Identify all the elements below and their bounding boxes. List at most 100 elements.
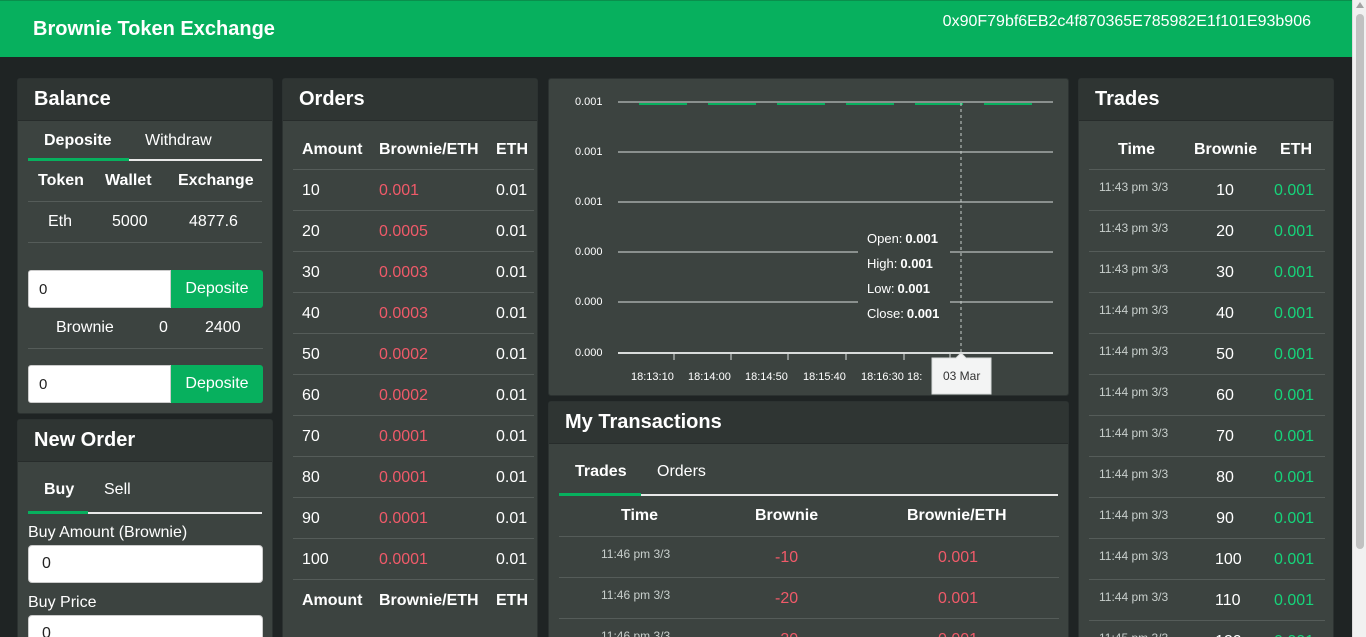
order-row[interactable]: 80 0.0001 0.01	[293, 457, 534, 498]
trade-time: 11:44 pm 3/3	[1099, 467, 1169, 481]
order-eth: 0.01	[496, 551, 528, 568]
order-price: 0.0003	[379, 264, 428, 281]
trade-time: 11:44 pm 3/3	[1099, 549, 1169, 563]
trade-row: 11:44 pm 3/3 60 0.001	[1089, 375, 1325, 416]
tab-orders[interactable]: Orders	[657, 463, 706, 481]
column-token: Token	[38, 172, 84, 189]
my-trade-time: 11:46 pm 3/3	[601, 547, 671, 561]
trade-brownie: 10	[1216, 182, 1234, 199]
order-amount: 60	[302, 387, 320, 404]
order-row[interactable]: 40 0.0003 0.01	[293, 293, 534, 334]
orders-table: Amount Brownie/ETH ETH 10 0.001 0.01 20 0.00…	[293, 129, 534, 621]
trade-time: 11:44 pm 3/3	[1099, 303, 1169, 317]
order-row[interactable]: 100 0.0001 0.01	[293, 539, 534, 580]
order-price: 0.0001	[379, 551, 428, 568]
eth-exchange: 4877.6	[189, 213, 238, 230]
trade-row: 11:43 pm 3/3 10 0.001	[1089, 170, 1325, 211]
order-price: 0.0002	[379, 387, 428, 404]
order-row[interactable]: 60 0.0002 0.01	[293, 375, 534, 416]
order-row[interactable]: 50 0.0002 0.01	[293, 334, 534, 375]
trade-time: 11:44 pm 3/3	[1099, 508, 1169, 522]
my-trade-price: 0.001	[938, 631, 978, 637]
column-exchange: Exchange	[178, 172, 254, 189]
account-address: 0x90F79bf6EB2c4f870365E785982E1f101E93b9…	[942, 13, 1311, 30]
orders-header-row: Amount Brownie/ETH ETH	[293, 129, 534, 170]
order-row[interactable]: 20 0.0005 0.01	[293, 211, 534, 252]
eth-deposite-button[interactable]: Deposite	[171, 270, 263, 308]
brownie-amount-input[interactable]: 0	[28, 365, 171, 403]
brand-title[interactable]: Brownie Token Exchange	[33, 18, 275, 41]
candle	[846, 103, 894, 105]
trade-row: 11:44 pm 3/3 70 0.001	[1089, 416, 1325, 457]
scroll-up-arrow-icon[interactable]	[1356, 2, 1364, 8]
order-amount: 50	[302, 346, 320, 363]
tab-withdraw[interactable]: Withdraw	[145, 132, 212, 150]
column-amount: Amount	[302, 141, 363, 158]
balance-row-eth: Eth 5000 4877.6	[28, 202, 262, 243]
order-amount: 20	[302, 223, 320, 240]
my-transactions-card: My Transactions Trades Orders Time Brown…	[548, 401, 1069, 637]
candle	[777, 103, 825, 105]
order-price: 0.0001	[379, 428, 428, 445]
order-eth: 0.01	[496, 428, 528, 445]
page-scrollbar[interactable]	[1352, 0, 1366, 637]
order-eth: 0.01	[496, 469, 528, 486]
x-tick-label: 18:	[907, 371, 922, 383]
tab-buy[interactable]: Buy	[44, 481, 74, 499]
trade-row: 11:44 pm 3/3 40 0.001	[1089, 293, 1325, 334]
buy-amount-input[interactable]: 0	[28, 545, 263, 583]
trade-time: 11:45 pm 3/3	[1099, 631, 1168, 637]
column-brownie-eth: Brownie/ETH	[907, 507, 1007, 524]
trade-row: 11:45 pm 3/3 120 0.001	[1089, 621, 1325, 637]
my-trades-header-row: Time Brownie Brownie/ETH	[559, 496, 1059, 537]
brownie-wallet: 0	[159, 319, 168, 336]
orders-footer-header-row: Amount Brownie/ETH ETH	[293, 580, 534, 621]
trade-eth: 0.001	[1274, 223, 1315, 240]
candlestick-chart[interactable]: 0.001 0.001 0.001 0.000 0.000 0.000 18:13:10 18…	[549, 79, 1069, 396]
new-order-title: New Order	[18, 420, 272, 462]
my-transactions-title: My Transactions	[549, 402, 1068, 444]
column-wallet: Wallet	[105, 172, 152, 189]
order-row[interactable]: 70 0.0001 0.01	[293, 416, 534, 457]
new-order-tabs: Buy Sell	[28, 462, 262, 514]
x-tick-label: 18:15:40	[803, 371, 846, 383]
trade-row: 11:44 pm 3/3 80 0.001	[1089, 457, 1325, 498]
scrollbar-thumb[interactable]	[1356, 14, 1364, 549]
order-price: 0.0001	[379, 469, 428, 486]
tooltip-close-value: 0.001	[907, 306, 940, 321]
column-brownie: Brownie	[1194, 141, 1258, 158]
order-row[interactable]: 30 0.0003 0.01	[293, 252, 534, 293]
column-time: Time	[1118, 141, 1156, 158]
tooltip-high: High: 0.001	[867, 256, 933, 271]
trade-time: 11:43 pm 3/3	[1099, 221, 1169, 235]
eth-token: Eth	[48, 213, 73, 230]
trade-eth: 0.001	[1274, 551, 1315, 568]
brownie-deposite-button[interactable]: Deposite	[171, 365, 263, 403]
tooltip-low: Low: 0.001	[867, 281, 930, 296]
column-eth: ETH	[1280, 141, 1312, 158]
trade-brownie: 70	[1216, 428, 1234, 445]
tab-sell[interactable]: Sell	[104, 481, 131, 499]
eth-deposit-form: 0 Deposite	[28, 270, 263, 308]
trade-eth: 0.001	[1274, 387, 1315, 404]
trade-time: 11:43 pm 3/3	[1099, 262, 1169, 276]
order-amount: 70	[302, 428, 320, 445]
trade-eth: 0.001	[1274, 428, 1315, 445]
trade-brownie: 50	[1216, 346, 1234, 363]
tooltip-high-label: High:	[867, 256, 897, 271]
tab-deposite[interactable]: Deposite	[44, 132, 112, 150]
trade-eth: 0.001	[1274, 305, 1315, 322]
trade-brownie: 80	[1216, 469, 1234, 486]
order-row[interactable]: 10 0.001 0.01	[293, 170, 534, 211]
order-row[interactable]: 90 0.0001 0.01	[293, 498, 534, 539]
y-tick-label: 0.001	[575, 196, 603, 208]
tooltip-close: Close: 0.001	[867, 306, 939, 321]
tooltip-open-label: Open:	[867, 231, 902, 246]
eth-amount-input[interactable]: 0	[28, 270, 171, 308]
tab-trades[interactable]: Trades	[575, 463, 627, 481]
trade-row: 11:43 pm 3/3 30 0.001	[1089, 252, 1325, 293]
trade-row: 11:44 pm 3/3 100 0.001	[1089, 539, 1325, 580]
trade-brownie: 30	[1216, 264, 1234, 281]
buy-price-input[interactable]: 0	[28, 615, 263, 637]
buy-price-label: Buy Price	[28, 594, 97, 611]
